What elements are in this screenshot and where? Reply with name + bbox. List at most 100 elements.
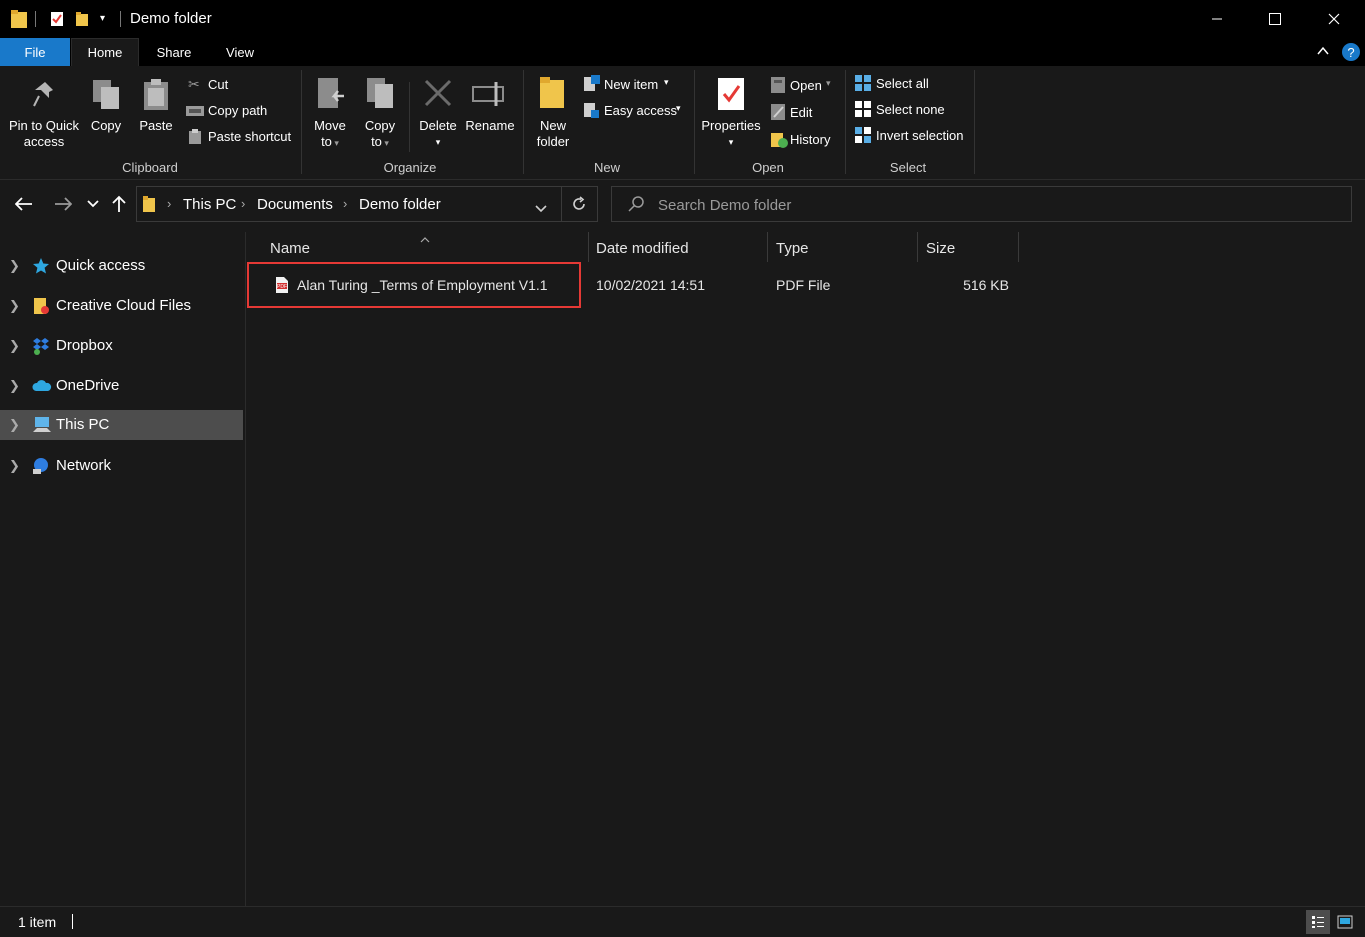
folder-icon (10, 9, 28, 32)
tab-file[interactable]: File (0, 38, 70, 66)
tab-view[interactable]: View (212, 38, 268, 66)
up-button[interactable] (107, 192, 131, 216)
pin-label-2: access (23, 134, 65, 149)
move-to-button[interactable]: Move to ▾ (308, 74, 352, 158)
copy-path-button[interactable]: Copy path (186, 101, 296, 121)
new-item-button[interactable]: New item ▾ (580, 75, 688, 95)
file-type: PDF File (776, 277, 831, 293)
breadcrumb-demo-folder[interactable]: Demo folder (359, 196, 441, 213)
pin-to-quick-access-button[interactable]: Pin to Quick access (4, 74, 84, 154)
recent-locations-button[interactable] (81, 192, 105, 216)
paste-shortcut-button[interactable]: Paste shortcut (186, 127, 296, 147)
easy-access-button[interactable]: Easy access ▾ (580, 101, 688, 121)
paste-label: Paste (139, 118, 173, 133)
tab-share[interactable]: Share (146, 38, 202, 66)
customize-qat-icon[interactable]: ▾ (100, 13, 105, 24)
breadcrumb-separator[interactable]: › (343, 196, 347, 211)
close-icon (1328, 13, 1340, 25)
minimize-button[interactable] (1194, 0, 1240, 38)
column-header-size[interactable]: Size (918, 232, 1018, 262)
new-folder-button[interactable]: New folder (530, 74, 576, 158)
breadcrumb-separator[interactable]: › (241, 196, 245, 211)
history-button[interactable]: History (768, 130, 840, 150)
search-input[interactable] (656, 193, 1260, 217)
large-icons-view-icon (1337, 915, 1353, 929)
new-folder-label-2: folder (536, 134, 570, 149)
nav-item-onedrive[interactable]: ❯ OneDrive (0, 370, 243, 402)
expand-chevron-icon[interactable]: ❯ (9, 458, 20, 474)
cut-label: Cut (208, 77, 229, 92)
expand-chevron-icon[interactable]: ❯ (9, 258, 20, 274)
copy-to-button[interactable]: Copy to ▾ (358, 74, 402, 158)
delete-button[interactable]: Delete ▾ (414, 74, 462, 158)
copy-button[interactable]: Copy (86, 74, 126, 154)
rename-button[interactable]: Rename (464, 74, 516, 154)
chevron-down-icon (87, 200, 99, 208)
creative-cloud-folder-icon (32, 297, 50, 315)
new-folder-quick-icon[interactable] (75, 11, 89, 30)
rename-label: Rename (465, 118, 515, 133)
invert-selection-icon (855, 127, 872, 147)
forward-arrow-icon (55, 197, 72, 211)
delete-x-icon (423, 78, 453, 111)
close-button[interactable] (1311, 0, 1357, 38)
column-header-type[interactable]: Type (768, 232, 917, 262)
easy-access-label: Easy access (604, 103, 677, 118)
expand-chevron-icon[interactable]: ❯ (9, 338, 20, 354)
search-icon (628, 196, 644, 215)
address-bar[interactable]: › This PC › Documents › Demo folder (136, 186, 598, 222)
help-icon[interactable]: ? (1341, 42, 1361, 65)
large-icons-view-button[interactable] (1333, 910, 1357, 934)
nav-item-quick-access[interactable]: ❯ Quick access (0, 250, 243, 282)
nav-item-dropbox[interactable]: ❯ Dropbox (0, 330, 243, 362)
cut-button[interactable]: ✂ Cut (186, 75, 296, 95)
invert-selection-button[interactable]: Invert selection (853, 127, 971, 147)
navigation-pane: ❯ Quick access ❯ Creative Cloud Files ❯ … (0, 232, 245, 906)
properties-button[interactable]: Properties ▾ (698, 74, 764, 158)
move-label-1: Move (314, 118, 346, 133)
address-dropdown-icon[interactable] (535, 200, 547, 216)
search-box[interactable] (611, 186, 1352, 222)
edit-label: Edit (790, 105, 813, 120)
edit-button[interactable]: Edit (768, 103, 840, 123)
expand-chevron-icon[interactable]: ❯ (9, 378, 20, 394)
ribbon: Pin to Quick access Copy Paste ✂ Cut Cop… (0, 66, 1365, 180)
nav-item-this-pc[interactable]: ❯ This PC (0, 410, 243, 440)
breadcrumb-separator[interactable]: › (167, 196, 171, 211)
column-header-date[interactable]: Date modified (589, 232, 767, 262)
invert-selection-label: Invert selection (876, 128, 964, 143)
window-title: Demo folder (130, 10, 212, 27)
delete-label: Delete (419, 118, 457, 133)
back-button[interactable] (12, 192, 36, 216)
expand-chevron-icon[interactable]: ❯ (9, 298, 20, 314)
nav-label: Dropbox (56, 337, 113, 354)
forward-button[interactable] (51, 192, 75, 216)
paste-button[interactable]: Paste (134, 74, 178, 154)
nav-item-network[interactable]: ❯ Network (0, 450, 243, 482)
column-header-name[interactable]: Name (246, 232, 588, 262)
open-button[interactable]: Open ▾ (768, 76, 840, 96)
select-all-button[interactable]: Select all (853, 75, 971, 95)
network-icon (32, 457, 50, 475)
collapse-ribbon-icon[interactable] (1316, 44, 1330, 61)
expand-chevron-icon[interactable]: ❯ (9, 417, 20, 433)
properties-icon (716, 76, 746, 115)
tab-home[interactable]: Home (71, 38, 139, 66)
maximize-button[interactable] (1252, 0, 1298, 38)
group-organize-label: Organize (383, 160, 437, 175)
scissors-icon: ✂ (188, 76, 200, 92)
details-view-button[interactable] (1306, 910, 1330, 934)
nav-label: Network (56, 457, 112, 474)
refresh-icon[interactable] (571, 196, 587, 215)
file-size: 516 KB (963, 277, 1009, 293)
ribbon-tabs: File Home Share View ? (0, 38, 1365, 66)
properties-quick-icon[interactable] (49, 11, 65, 30)
column-name-label: Name (270, 240, 311, 257)
breadcrumb-documents[interactable]: Documents (257, 196, 333, 213)
select-none-button[interactable]: Select none (853, 101, 971, 121)
breadcrumb-this-pc[interactable]: This PC (183, 196, 236, 213)
select-all-icon (855, 75, 872, 95)
nav-item-creative-cloud[interactable]: ❯ Creative Cloud Files (0, 290, 243, 322)
group-clipboard-label: Clipboard (122, 160, 178, 175)
move-label-2: to (321, 134, 332, 149)
